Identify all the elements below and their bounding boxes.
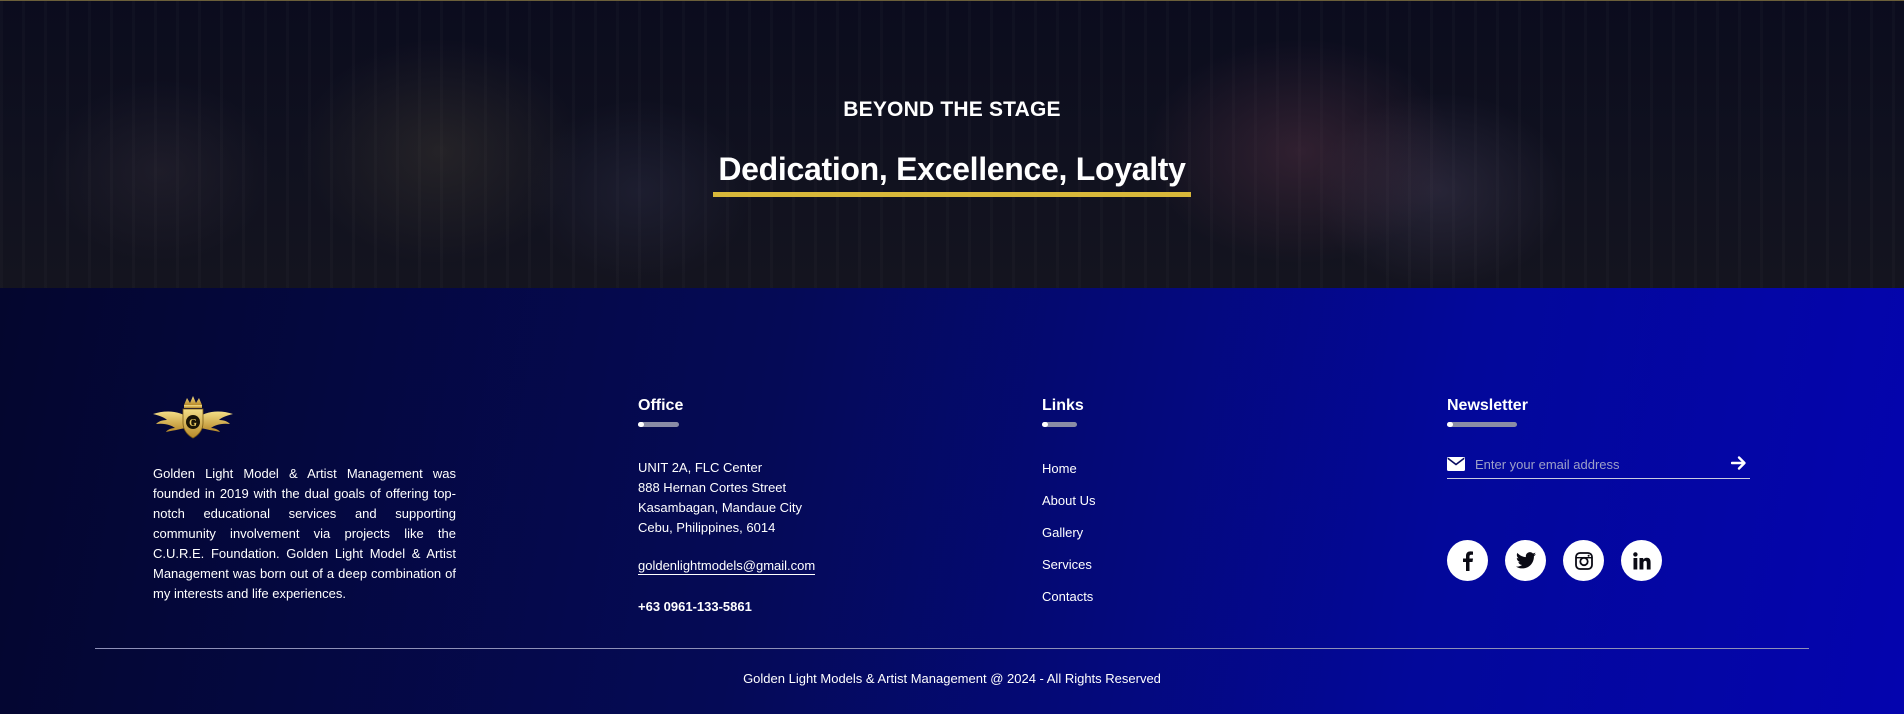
footer-links-list: Home About Us Gallery Services Contacts bbox=[1042, 458, 1095, 618]
hero-kicker: BEYOND THE STAGE bbox=[843, 98, 1061, 121]
links-heading-underline bbox=[1042, 422, 1077, 427]
linkedin-button[interactable] bbox=[1621, 540, 1662, 581]
footer-link-services[interactable]: Services bbox=[1042, 557, 1092, 572]
hero-title-wrap: Dedication, Excellence, Loyalty bbox=[0, 151, 1904, 197]
hero-banner: BEYOND THE STAGE Dedication, Excellence,… bbox=[0, 0, 1904, 288]
newsletter-heading-underline bbox=[1447, 422, 1517, 427]
footer-link-about-us[interactable]: About Us bbox=[1042, 493, 1095, 508]
facebook-icon bbox=[1462, 550, 1473, 571]
office-address: UNIT 2A, FLC Center 888 Hernan Cortes St… bbox=[638, 458, 802, 538]
newsletter-submit-button[interactable] bbox=[1728, 454, 1750, 474]
instagram-icon bbox=[1574, 551, 1593, 570]
arrow-right-icon bbox=[1730, 455, 1746, 470]
links-heading: Links bbox=[1042, 397, 1084, 414]
address-line: Cebu, Philippines, 6014 bbox=[638, 520, 776, 535]
newsletter-heading: Newsletter bbox=[1447, 397, 1528, 414]
office-phone: +63 0961-133-5861 bbox=[638, 599, 752, 614]
footer-divider bbox=[95, 648, 1809, 649]
newsletter-email-input[interactable] bbox=[1475, 453, 1715, 475]
facebook-button[interactable] bbox=[1447, 540, 1488, 581]
twitter-icon bbox=[1515, 552, 1536, 569]
twitter-button[interactable] bbox=[1505, 540, 1546, 581]
address-line: 888 Hernan Cortes Street bbox=[638, 480, 787, 495]
site-footer: G Golden Light Model & Artist Management… bbox=[0, 288, 1904, 714]
address-line: UNIT 2A, FLC Center bbox=[638, 460, 763, 475]
hero-title: Dedication, Excellence, Loyalty bbox=[713, 151, 1191, 197]
office-email-link[interactable]: goldenlightmodels@gmail.com bbox=[638, 558, 816, 575]
copyright-text: Golden Light Models & Artist Management … bbox=[743, 671, 1161, 686]
linkedin-icon bbox=[1632, 551, 1651, 569]
svg-text:G: G bbox=[189, 418, 197, 429]
footer-link-home[interactable]: Home bbox=[1042, 461, 1077, 476]
social-links bbox=[1447, 540, 1662, 581]
footer-link-contacts[interactable]: Contacts bbox=[1042, 589, 1093, 604]
address-line: Kasambagan, Mandaue City bbox=[638, 500, 803, 515]
newsletter-form bbox=[1447, 448, 1750, 479]
instagram-button[interactable] bbox=[1563, 540, 1604, 581]
envelope-icon bbox=[1447, 457, 1465, 471]
office-heading: Office bbox=[638, 397, 684, 414]
about-description: Golden Light Model & Artist Management w… bbox=[153, 466, 456, 601]
brand-logo[interactable]: G bbox=[153, 396, 233, 440]
office-heading-underline bbox=[638, 422, 679, 427]
footer-link-gallery[interactable]: Gallery bbox=[1042, 525, 1083, 540]
